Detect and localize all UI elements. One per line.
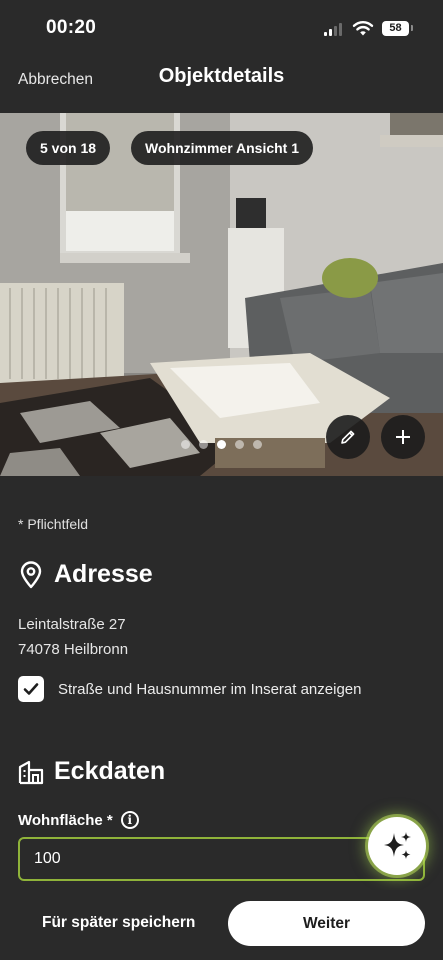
building-icon (18, 760, 44, 784)
battery-tip (411, 25, 413, 31)
living-area-label: Wohnfläche * (18, 811, 113, 829)
key-data-heading: Eckdaten (54, 757, 166, 785)
location-pin-icon (20, 560, 42, 588)
pagination-dot (253, 440, 262, 449)
add-photo-button[interactable] (381, 415, 425, 459)
edit-photo-button[interactable] (326, 415, 370, 459)
living-area-label-row: Wohnfläche * i (18, 811, 139, 829)
page-title: Objektdetails (158, 65, 285, 87)
status-time: 00:20 (46, 17, 97, 38)
status-bar: 00:20 58 (0, 0, 443, 58)
next-button[interactable]: Weiter (228, 901, 425, 946)
address-street: Leintalstraße 27 (18, 616, 126, 633)
pencil-icon (341, 430, 355, 444)
wifi-icon (352, 21, 374, 36)
living-room-photo (0, 113, 443, 476)
key-data-section-heading: Eckdaten (18, 757, 165, 786)
pagination-dot-active (217, 440, 226, 449)
nav-bar: Abbrechen Objektdetails (0, 58, 443, 108)
property-photo[interactable] (0, 113, 443, 476)
address-heading: Adresse (54, 560, 153, 588)
bottom-action-bar: Für später speichern Weiter (0, 890, 443, 960)
cellular-signal-icon (324, 22, 342, 36)
checkmark-icon (23, 683, 39, 695)
battery-icon: 58 (382, 21, 409, 36)
ai-assist-button[interactable] (368, 817, 426, 875)
plus-icon (396, 430, 410, 444)
pagination-dot (199, 440, 208, 449)
sparkles-icon (384, 832, 411, 859)
required-field-note: * Pflichtfeld (18, 516, 89, 532)
photo-counter-badge: 5 von 18 (26, 131, 111, 165)
address-city: 74078 Heilbronn (18, 641, 129, 658)
pagination-dot (235, 440, 244, 449)
address-section-heading: Adresse (18, 560, 153, 589)
save-for-later-button[interactable]: Für später speichern (42, 914, 195, 932)
show-address-option[interactable]: Straße und Hausnummer im Inserat anzeige… (18, 676, 361, 702)
pagination-dot (181, 440, 190, 449)
photo-caption-badge: Wohnzimmer Ansicht 1 (131, 131, 314, 165)
show-address-checkbox[interactable] (18, 676, 44, 702)
show-address-label: Straße und Hausnummer im Inserat anzeige… (58, 680, 362, 698)
info-icon[interactable]: i (120, 811, 139, 829)
photo-pagination-dots (181, 440, 262, 449)
living-area-input[interactable]: 100 (18, 837, 425, 881)
